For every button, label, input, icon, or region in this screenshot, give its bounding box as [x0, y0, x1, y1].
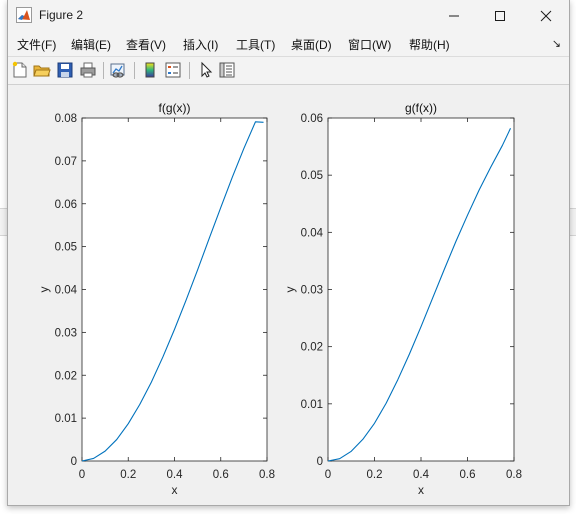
- x-axis-label: x: [418, 483, 424, 497]
- y-axis-label: y: [37, 287, 51, 293]
- toolbar-separator: [134, 62, 135, 79]
- menu-help[interactable]: 帮助(H): [409, 36, 450, 53]
- menu-view[interactable]: 查看(V): [126, 36, 166, 53]
- property-inspector-icon[interactable]: [218, 61, 236, 79]
- y-tick-label: 0.02: [301, 342, 323, 354]
- maximize-icon: [495, 11, 505, 21]
- link-plot-icon[interactable]: [109, 61, 127, 79]
- y-tick-label: 0.04: [55, 285, 78, 297]
- menu-desktop[interactable]: 桌面(D): [291, 36, 332, 53]
- minimize-button[interactable]: [431, 0, 477, 32]
- y-tick-label: 0.01: [55, 413, 77, 425]
- x-tick-label: 0: [325, 469, 331, 481]
- menu-tools[interactable]: 工具(T): [236, 36, 275, 53]
- minimize-icon: [449, 15, 459, 17]
- figure-canvas[interactable]: 0 0.2 0.4 0.6 0.8 0 0.01 0.02 0.03 0.04 0.05 0.06 0.…: [8, 84, 569, 505]
- close-button[interactable]: [523, 0, 569, 32]
- chart-title: f(g(x)): [159, 101, 191, 115]
- y-axis-label: y: [283, 287, 297, 293]
- y-tick-label: 0.03: [301, 285, 323, 297]
- y-tick-label: 0: [317, 456, 323, 468]
- open-file-icon[interactable]: [33, 61, 51, 79]
- x-tick-label: 0.6: [460, 469, 476, 481]
- x-tick-label: 0.4: [167, 469, 184, 481]
- menu-window[interactable]: 窗口(W): [348, 36, 391, 53]
- save-icon[interactable]: [56, 61, 74, 79]
- menu-overflow-arrow-icon[interactable]: ↘: [552, 37, 561, 50]
- chart-title: g(f(x)): [405, 101, 437, 115]
- y-tick-label: 0.05: [55, 242, 77, 254]
- y-tick-label: 0.02: [55, 370, 77, 382]
- menu-bar: 文件(F) 编辑(E) 查看(V) 插入(I) 工具(T) 桌面(D) 窗口(W…: [8, 32, 569, 56]
- y-tick-label: 0.06: [301, 113, 323, 125]
- x-tick-label: 0.4: [413, 469, 430, 481]
- maximize-button[interactable]: [477, 0, 523, 32]
- new-figure-icon[interactable]: [11, 61, 29, 79]
- title-bar[interactable]: Figure 2: [8, 0, 569, 32]
- window-title: Figure 2: [39, 8, 84, 22]
- menu-insert[interactable]: 插入(I): [183, 36, 218, 53]
- close-icon: [540, 10, 552, 22]
- axes-box[interactable]: [81, 117, 268, 462]
- menu-file[interactable]: 文件(F): [17, 36, 56, 53]
- legend-icon[interactable]: [164, 61, 182, 79]
- x-tick-label: 0.2: [367, 469, 383, 481]
- x-tick-label: 0.8: [506, 469, 522, 481]
- y-tick-label: 0.04: [301, 227, 324, 239]
- colorbar-icon[interactable]: [141, 61, 159, 79]
- figure-window: Figure 2 文件(F) 编辑(E) 查看(V) 插入(I) 工具(T) 桌…: [7, 0, 570, 506]
- y-tick-label: 0.01: [301, 399, 323, 411]
- x-tick-label: 0.2: [120, 469, 136, 481]
- matlab-logo-icon: [16, 7, 32, 23]
- x-tick-label: 0: [79, 469, 85, 481]
- edit-plot-cursor-icon[interactable]: [197, 61, 215, 79]
- y-tick-label: 0.03: [55, 327, 77, 339]
- x-tick-label: 0.6: [213, 469, 229, 481]
- x-axis-label: x: [172, 483, 178, 497]
- menu-edit[interactable]: 编辑(E): [71, 36, 111, 53]
- axes-box[interactable]: [327, 117, 515, 462]
- y-tick-label: 0.06: [55, 199, 77, 211]
- print-icon[interactable]: [79, 61, 97, 79]
- y-tick-label: 0: [71, 456, 77, 468]
- toolbar-separator: [189, 62, 190, 79]
- y-tick-label: 0.07: [55, 156, 77, 168]
- x-tick-label: 0.8: [259, 469, 275, 481]
- y-tick-label: 0.08: [55, 113, 77, 125]
- y-tick-label: 0.05: [301, 170, 323, 182]
- figure-toolbar: [8, 56, 569, 85]
- toolbar-separator: [103, 62, 104, 79]
